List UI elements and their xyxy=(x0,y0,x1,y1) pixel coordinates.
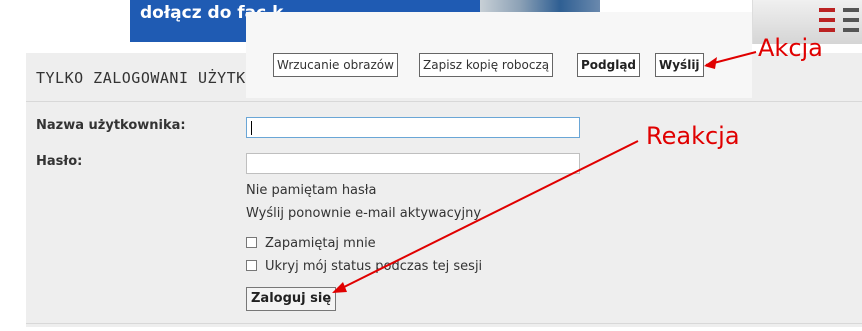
reaction-annotation: Reakcja xyxy=(646,122,740,150)
username-label: Nazwa użytkownika: xyxy=(36,118,186,133)
username-field[interactable] xyxy=(246,117,580,138)
hide-status-row[interactable]: Ukryj mój status podczas tej sesji xyxy=(246,259,482,274)
banner-photo xyxy=(480,0,600,12)
text-caret xyxy=(251,121,252,135)
submit-button[interactable]: Wyślij xyxy=(655,53,704,77)
hide-status-checkbox[interactable] xyxy=(246,260,257,271)
preview-button[interactable]: Podgląd xyxy=(577,53,641,77)
resend-activation-link[interactable]: Wyślij ponownie e-mail aktywacyjny xyxy=(246,206,481,221)
upload-images-button[interactable]: Wrzucanie obrazów xyxy=(273,53,398,77)
password-label: Hasło: xyxy=(36,154,83,169)
save-draft-button[interactable]: Zapisz kopię roboczą xyxy=(419,53,554,77)
hide-status-label: Ukryj mój status podczas tej sesji xyxy=(265,259,483,274)
login-panel-title: TYLKO ZALOGOWANI UŻYTKO xyxy=(36,69,256,87)
forgot-password-link[interactable]: Nie pamiętam hasła xyxy=(246,183,376,198)
post-toolbar: Wrzucanie obrazów Zapisz kopię roboczą P… xyxy=(246,12,752,98)
divider xyxy=(26,101,862,102)
remember-me-row[interactable]: Zapamiętaj mnie xyxy=(246,236,376,251)
action-annotation: Akcja xyxy=(758,34,823,62)
divider xyxy=(26,323,862,324)
login-button[interactable]: Zaloguj się xyxy=(246,287,337,311)
remember-me-checkbox[interactable] xyxy=(246,237,257,248)
password-field[interactable] xyxy=(246,153,580,174)
remember-me-label: Zapamiętaj mnie xyxy=(265,236,376,251)
